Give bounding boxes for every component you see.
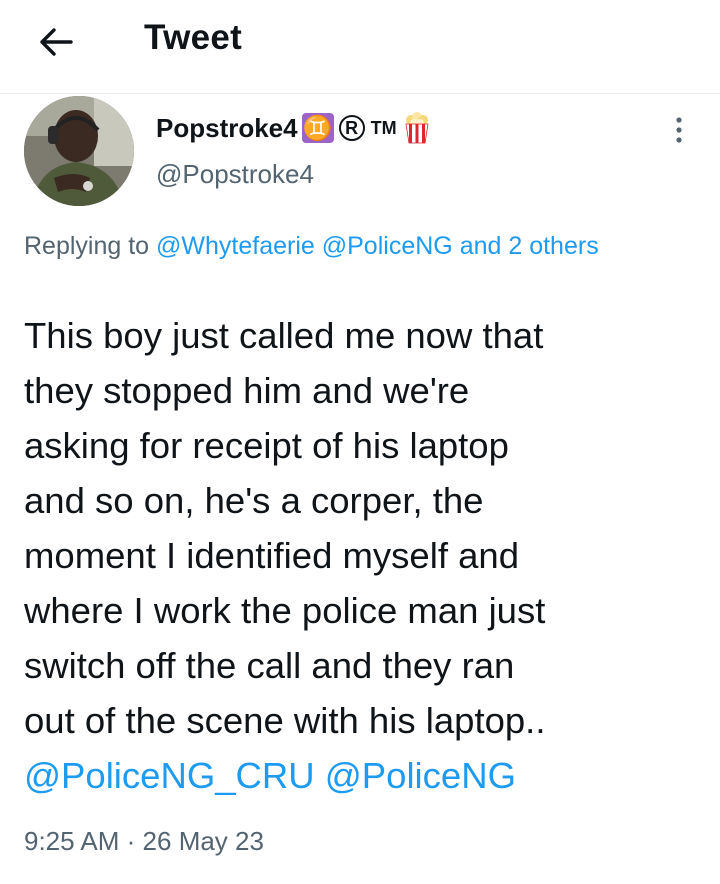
author-name-row[interactable]: Popstroke4 ♊ R TM: [156, 112, 431, 144]
tweet-line: they stopped him and we're: [24, 370, 470, 411]
reply-conjunction: and: [459, 232, 502, 260]
more-vertical-icon: [676, 117, 682, 143]
tweet-line: where I work the police man just: [24, 590, 546, 631]
timestamp-separator: ·: [126, 826, 136, 856]
tweet-line: asking for receipt of his laptop: [24, 425, 509, 466]
mention-policeng[interactable]: @PoliceNG: [322, 232, 453, 260]
avatar[interactable]: [24, 96, 134, 206]
top-bar: Tweet: [0, 0, 720, 94]
tweet-time: 9:25 AM: [24, 826, 120, 856]
mention-whytefaerie[interactable]: @Whytefaerie: [156, 232, 315, 260]
gemini-icon: ♊: [301, 113, 334, 143]
trademark-label: TM: [370, 117, 397, 138]
tweet-date: 26 May 23: [142, 826, 264, 856]
back-button[interactable]: [30, 20, 82, 64]
page-title: Tweet: [144, 18, 243, 57]
replying-to: Replying to @Whytefaerie @PoliceNG and 2…: [24, 226, 664, 266]
arrow-left-icon: [40, 28, 73, 56]
tweet-line: This boy just called me now that: [24, 315, 544, 356]
tweet-line: moment I identified myself and: [24, 535, 520, 576]
mention-policeng[interactable]: @PoliceNG: [325, 755, 516, 796]
registered-icon: R: [338, 115, 365, 141]
replying-to-label: Replying to: [24, 232, 150, 260]
reply-others-link[interactable]: 2 others: [508, 232, 598, 260]
display-name: Popstroke4: [156, 112, 298, 143]
popcorn-icon: [405, 112, 429, 144]
avatar-photo: [24, 96, 134, 206]
more-options-button[interactable]: [664, 108, 694, 152]
mention-policeng-cru[interactable]: @PoliceNG_CRU: [24, 755, 315, 796]
tweet-timestamp[interactable]: 9:25 AM · 26 May 23: [24, 826, 264, 857]
tweet-mentions-line: @PoliceNG_CRU @PoliceNG: [24, 748, 704, 803]
tweet-line: switch off the call and they ran: [24, 645, 515, 686]
tweet-line: and so on, he's a corper, the: [24, 480, 484, 521]
tweet-text: This boy just called me now that they st…: [24, 308, 704, 803]
author-handle[interactable]: @Popstroke4: [156, 159, 314, 190]
tweet-line: out of the scene with his laptop..: [24, 700, 546, 741]
